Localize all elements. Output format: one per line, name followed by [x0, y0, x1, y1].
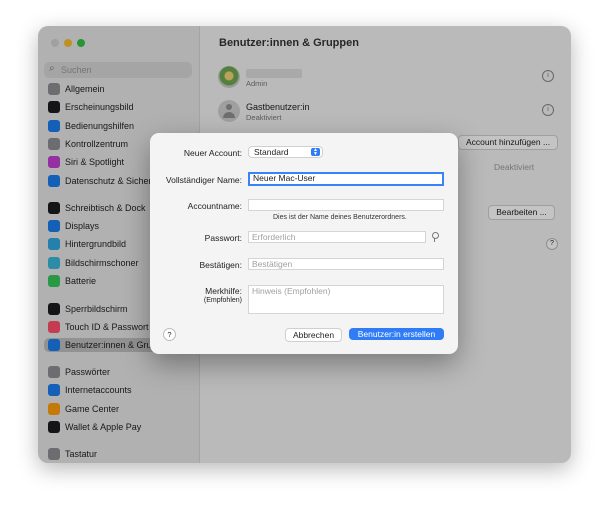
- key-icon[interactable]: [431, 232, 439, 242]
- dialog-help-button[interactable]: ?: [163, 328, 176, 341]
- full-name-field[interactable]: Neuer Mac-User: [248, 172, 444, 186]
- account-type-popup[interactable]: Standard ▲ ▼: [248, 146, 323, 158]
- hint-sublabel: (Empfohlen): [203, 297, 242, 304]
- full-name-label: Vollständiger Name:: [165, 175, 242, 185]
- verify-label: Bestätigen:: [199, 260, 242, 270]
- new-account-dialog: Neuer Account: Standard ▲ ▼ Vollständiger…: [150, 133, 458, 354]
- create-user-button[interactable]: Benutzer:in erstellen: [349, 328, 444, 340]
- new-account-label: Neuer Account:: [183, 148, 242, 158]
- key-shaft-shape: [434, 238, 435, 242]
- password-field[interactable]: Erforderlich: [248, 231, 426, 243]
- password-label: Passwort:: [204, 233, 242, 243]
- verify-field[interactable]: Bestätigen: [248, 258, 444, 270]
- hint-label: Merkhilfe:: [205, 286, 242, 296]
- account-name-field[interactable]: [248, 199, 444, 211]
- cancel-button[interactable]: Abbrechen: [285, 328, 342, 342]
- account-name-label: Accountname:: [187, 201, 242, 211]
- chevron-updown-icon: ▲ ▼: [311, 148, 320, 157]
- account-type-value: Standard: [254, 147, 289, 157]
- hint-field[interactable]: Hinweis (Empfohlen): [248, 285, 444, 314]
- account-name-hint: Dies ist der Name deines Benutzerordners…: [273, 214, 407, 221]
